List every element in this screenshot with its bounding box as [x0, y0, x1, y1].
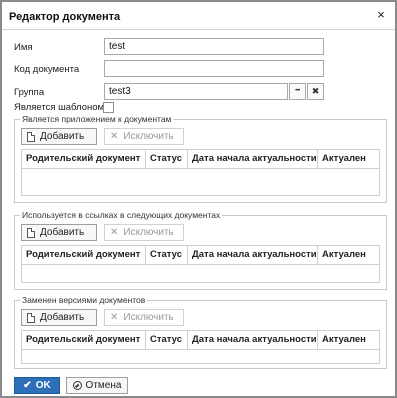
exclude-button-label: Исключить: [123, 227, 174, 238]
documents-table[interactable]: Родительский документ Статус Дата начала…: [21, 149, 380, 196]
name-label: Имя: [14, 42, 33, 53]
add-button[interactable]: Добавить: [21, 309, 97, 326]
group-input[interactable]: [104, 83, 288, 100]
column-header[interactable]: Актуален: [318, 331, 379, 349]
exclude-button-label: Исключить: [123, 312, 174, 323]
column-header[interactable]: Дата начала актуальности: [188, 331, 318, 349]
column-header[interactable]: Родительский документ: [22, 331, 146, 349]
add-button-label: Добавить: [40, 227, 85, 238]
section-legend: Является приложением к документам: [20, 114, 174, 124]
document-editor-dialog: Редактор документа × Имя Код документа Г…: [0, 0, 397, 398]
code-input[interactable]: [104, 60, 324, 77]
x-icon: ✕: [110, 311, 119, 323]
column-header[interactable]: Статус: [146, 246, 188, 264]
section-referenced-in: Используется в ссылках в следующих докум…: [14, 210, 387, 290]
add-button[interactable]: Добавить: [21, 224, 97, 241]
cancel-button-label: Отмена: [85, 380, 122, 391]
column-header[interactable]: Актуален: [318, 150, 379, 168]
x-icon: ✕: [110, 226, 119, 238]
documents-table[interactable]: Родительский документ Статус Дата начала…: [21, 245, 380, 283]
column-header[interactable]: Родительский документ: [22, 246, 146, 264]
exclude-button-label: Исключить: [123, 131, 174, 142]
exclude-button[interactable]: ✕ Исключить: [104, 309, 184, 326]
x-icon: ✕: [110, 130, 119, 142]
column-header[interactable]: Статус: [146, 331, 188, 349]
add-button-label: Добавить: [40, 312, 85, 323]
column-header[interactable]: Актуален: [318, 246, 379, 264]
column-header[interactable]: Родительский документ: [22, 150, 146, 168]
document-icon: [27, 312, 35, 323]
name-input[interactable]: [104, 38, 324, 55]
group-browse-button[interactable]: •••: [289, 83, 306, 100]
ok-button[interactable]: ✔ OK: [14, 377, 60, 394]
documents-table[interactable]: Родительский документ Статус Дата начала…: [21, 330, 380, 364]
group-clear-button[interactable]: ✖: [307, 83, 324, 100]
dialog-title: Редактор документа: [9, 11, 121, 23]
exclude-button[interactable]: ✕ Исключить: [104, 128, 184, 145]
column-header[interactable]: Статус: [146, 150, 188, 168]
section-replaced-by-versions: Заменен версиями документов Добавить ✕ И…: [14, 295, 387, 369]
table-header: Родительский документ Статус Дата начала…: [22, 246, 379, 265]
group-label: Группа: [14, 87, 45, 98]
section-legend: Заменен версиями документов: [20, 295, 148, 305]
dialog-titlebar: Редактор документа ×: [2, 2, 395, 30]
column-header[interactable]: Дата начала актуальности: [188, 246, 318, 264]
document-icon: [27, 131, 35, 142]
code-label: Код документа: [14, 64, 80, 75]
add-button[interactable]: Добавить: [21, 128, 97, 145]
section-legend: Используется в ссылках в следующих докум…: [20, 210, 223, 220]
check-icon: ✔: [23, 379, 32, 391]
table-header: Родительский документ Статус Дата начала…: [22, 331, 379, 350]
section-attached-to: Является приложением к документам Добави…: [14, 114, 387, 203]
document-icon: [27, 227, 35, 238]
add-button-label: Добавить: [40, 131, 85, 142]
cancel-button[interactable]: Отмена: [66, 377, 128, 394]
column-header[interactable]: Дата начала актуальности: [188, 150, 318, 168]
exclude-button[interactable]: ✕ Исключить: [104, 224, 184, 241]
ban-icon: [72, 381, 82, 390]
template-checkbox[interactable]: [103, 102, 114, 113]
close-icon[interactable]: ×: [373, 7, 389, 23]
ok-button-label: OK: [35, 380, 51, 391]
template-label: Является шаблоном: [14, 102, 105, 113]
table-header: Родительский документ Статус Дата начала…: [22, 150, 379, 169]
